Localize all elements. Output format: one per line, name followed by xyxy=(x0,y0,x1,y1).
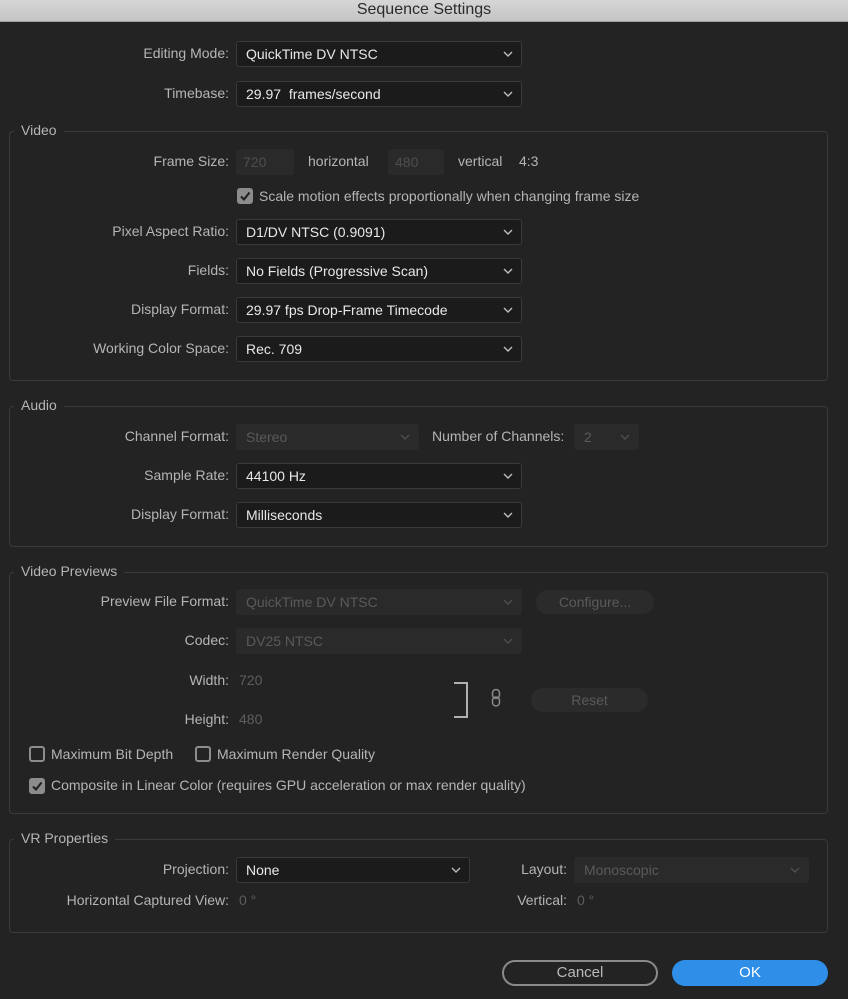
layout-value: Monoscopic xyxy=(584,862,659,878)
checkmark-icon xyxy=(32,781,43,792)
vr-properties-legend: VR Properties xyxy=(14,830,116,846)
projection-value: None xyxy=(246,862,280,878)
channel-format-label: Channel Format: xyxy=(124,428,229,444)
reset-button: Reset xyxy=(531,688,648,712)
checkmark-icon xyxy=(240,191,251,202)
fields-value: No Fields (Progressive Scan) xyxy=(246,263,429,279)
projection-label: Projection: xyxy=(162,861,229,877)
fields-label: Fields: xyxy=(187,262,229,278)
video-previews-legend: Video Previews xyxy=(14,563,125,579)
cancel-button[interactable]: Cancel xyxy=(502,960,658,986)
audio-display-format-select[interactable]: Milliseconds xyxy=(236,502,522,528)
sample-rate-label: Sample Rate: xyxy=(144,467,229,483)
number-of-channels-label: Number of Channels: xyxy=(432,428,565,444)
horizontal-label: horizontal xyxy=(308,153,369,169)
preview-width-value: 720 xyxy=(239,672,263,688)
audio-display-format-label: Display Format: xyxy=(130,506,229,522)
aspect-ratio-readout: 4:3 xyxy=(519,153,539,169)
preview-height-value: 480 xyxy=(239,711,263,727)
composite-linear-checkbox[interactable] xyxy=(29,778,45,794)
layout-select: Monoscopic xyxy=(574,857,809,883)
editing-mode-select[interactable]: QuickTime DV NTSC xyxy=(236,41,522,67)
max-bit-depth-label: Maximum Bit Depth xyxy=(51,746,174,762)
frame-height-field: 480 xyxy=(388,149,444,175)
timebase-select[interactable]: 29.97 frames/second xyxy=(236,81,522,107)
working-color-space-label: Working Color Space: xyxy=(93,340,229,356)
timebase-value: 29.97 frames/second xyxy=(246,86,381,102)
frame-width-field: 720 xyxy=(236,149,294,175)
window-title: Sequence Settings xyxy=(0,0,848,22)
max-render-quality-label: Maximum Render Quality xyxy=(217,746,375,762)
chevron-down-icon xyxy=(503,91,513,97)
sample-rate-value: 44100 Hz xyxy=(246,468,306,484)
pixel-aspect-label: Pixel Aspect Ratio: xyxy=(112,223,229,239)
fields-select[interactable]: No Fields (Progressive Scan) xyxy=(236,258,522,284)
chevron-down-icon xyxy=(503,229,513,235)
chevron-down-icon xyxy=(503,307,513,313)
projection-select[interactable]: None xyxy=(236,857,470,883)
preview-file-format-label: Preview File Format: xyxy=(100,593,229,609)
chevron-down-icon xyxy=(503,599,513,605)
vertical-view-label: Vertical: xyxy=(517,892,567,908)
chevron-down-icon xyxy=(503,473,513,479)
max-render-quality-checkbox[interactable] xyxy=(195,746,211,762)
link-chain-icon[interactable] xyxy=(490,688,502,708)
audio-legend: Audio xyxy=(14,397,64,413)
preview-width-label: Width: xyxy=(189,672,229,688)
codec-select: DV25 NTSC xyxy=(236,628,522,654)
working-color-space-value: Rec. 709 xyxy=(246,341,303,357)
channel-format-select: Stereo xyxy=(236,424,419,450)
codec-value: DV25 NTSC xyxy=(246,633,324,649)
link-bracket-icon xyxy=(454,682,468,718)
vertical-view-value: 0 ° xyxy=(577,892,595,908)
video-display-format-value: 29.97 fps Drop-Frame Timecode xyxy=(246,302,448,318)
scale-motion-label: Scale motion effects proportionally when… xyxy=(259,188,640,204)
video-legend: Video xyxy=(14,122,64,138)
horizontal-captured-view-value: 0 ° xyxy=(239,892,257,908)
chevron-down-icon xyxy=(620,434,630,440)
timebase-label: Timebase: xyxy=(164,85,229,101)
chevron-down-icon xyxy=(451,867,461,873)
sample-rate-select[interactable]: 44100 Hz xyxy=(236,463,522,489)
composite-linear-label: Composite in Linear Color (requires GPU … xyxy=(51,777,526,793)
number-of-channels-value: 2 xyxy=(584,429,592,445)
chevron-down-icon xyxy=(790,867,800,873)
pixel-aspect-select[interactable]: D1/DV NTSC (0.9091) xyxy=(236,219,522,245)
codec-label: Codec: xyxy=(184,632,229,648)
vertical-label: vertical xyxy=(458,153,503,169)
chevron-down-icon xyxy=(503,638,513,644)
pixel-aspect-value: D1/DV NTSC (0.9091) xyxy=(246,224,386,240)
layout-label: Layout: xyxy=(521,861,567,877)
chevron-down-icon xyxy=(503,51,513,57)
audio-display-format-value: Milliseconds xyxy=(246,507,323,523)
video-display-format-select[interactable]: 29.97 fps Drop-Frame Timecode xyxy=(236,297,522,323)
frame-size-label: Frame Size: xyxy=(153,153,229,169)
editing-mode-value: QuickTime DV NTSC xyxy=(246,46,378,62)
preview-file-format-select: QuickTime DV NTSC xyxy=(236,589,522,615)
ok-button[interactable]: OK xyxy=(672,960,828,986)
chevron-down-icon xyxy=(503,512,513,518)
scale-motion-checkbox[interactable] xyxy=(237,188,253,204)
horizontal-captured-view-label: Horizontal Captured View: xyxy=(66,892,229,908)
chevron-down-icon xyxy=(400,434,410,440)
number-of-channels-select: 2 xyxy=(574,424,639,450)
max-bit-depth-checkbox[interactable] xyxy=(29,746,45,762)
preview-file-format-value: QuickTime DV NTSC xyxy=(246,594,378,610)
editing-mode-label: Editing Mode: xyxy=(143,45,229,61)
preview-height-label: Height: xyxy=(184,711,229,727)
video-display-format-label: Display Format: xyxy=(130,301,229,317)
chevron-down-icon xyxy=(503,268,513,274)
vr-properties-group xyxy=(9,839,828,933)
configure-button: Configure... xyxy=(536,590,654,614)
chevron-down-icon xyxy=(503,346,513,352)
channel-format-value: Stereo xyxy=(246,429,288,445)
working-color-space-select[interactable]: Rec. 709 xyxy=(236,336,522,362)
